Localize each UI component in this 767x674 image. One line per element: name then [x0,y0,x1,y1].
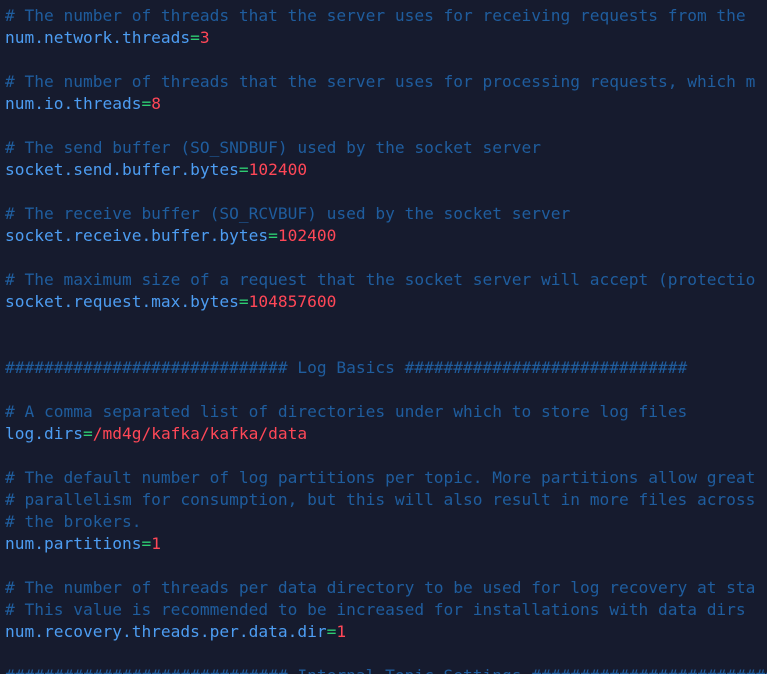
equals-sign: = [141,94,152,113]
blank-line[interactable] [0,445,767,467]
blank-line[interactable] [0,335,767,357]
equals-sign: = [238,160,249,179]
comment-text: # the brokers. [5,512,142,531]
comment-line[interactable]: # parallelism for consumption, but this … [0,489,767,511]
config-property-line[interactable]: socket.send.buffer.bytes=102400 [0,159,767,181]
property-value: 3 [199,28,210,47]
config-property-line[interactable]: num.partitions=1 [0,533,767,555]
property-key: num.io.threads [5,94,142,113]
equals-sign: = [268,226,278,245]
comment-text: # The number of threads that the server … [5,72,756,91]
config-property-line[interactable]: num.network.threads=3 [0,27,767,49]
config-property-line[interactable]: log.dirs=/md4g/kafka/kafka/data [0,423,767,445]
config-property-line[interactable]: num.io.threads=8 [0,93,767,115]
property-key: num.partitions [5,534,142,553]
property-value: 1 [151,534,161,553]
comment-line[interactable]: # The number of threads that the server … [0,71,767,93]
property-key: socket.receive.buffer.bytes [5,226,269,245]
comment-line[interactable]: # The receive buffer (SO_RCVBUF) used by… [0,203,767,225]
comment-text: # This value is recommended to be increa… [5,600,746,619]
blank-line[interactable] [0,181,767,203]
editor-text-area[interactable]: # The number of threads that the server … [0,0,767,674]
blank-line[interactable] [0,247,767,269]
equals-sign: = [190,28,200,47]
property-key: num.network.threads [5,28,191,47]
comment-line[interactable]: # The default number of log partitions p… [0,467,767,489]
property-value: 1 [336,622,347,641]
comment-text: # The receive buffer (SO_RCVBUF) used by… [5,204,571,223]
comment-text: # The number of threads that the server … [5,6,746,25]
comment-line[interactable]: ############################# Log Basics… [0,357,767,379]
blank-line[interactable] [0,379,767,401]
property-value: 104857600 [248,292,337,311]
equals-sign: = [238,292,249,311]
config-property-line[interactable]: socket.request.max.bytes=104857600 [0,291,767,313]
comment-text: ############################# Log Basics… [5,358,688,377]
property-key: socket.request.max.bytes [5,292,239,311]
property-value: 102400 [248,160,308,179]
property-value: /md4g/kafka/kafka/data [92,424,308,443]
comment-text: # parallelism for consumption, but this … [5,490,756,509]
comment-text: # The send buffer (SO_SNDBUF) used by th… [5,138,542,157]
config-property-line[interactable]: num.recovery.threads.per.data.dir=1 [0,621,767,643]
property-key: num.recovery.threads.per.data.dir [5,622,327,641]
property-key: socket.send.buffer.bytes [5,160,239,179]
comment-line[interactable]: ############################# Internal T… [0,665,767,674]
blank-line[interactable] [0,643,767,665]
comment-text: # The maximum size of a request that the… [5,270,756,289]
comment-text: # A comma separated list of directories … [5,402,688,421]
comment-line[interactable]: # The number of threads that the server … [0,5,767,27]
property-key: log.dirs [5,424,83,443]
comment-text: # The default number of log partitions p… [5,468,756,487]
comment-text: ############################# Internal T… [5,666,767,674]
blank-line[interactable] [0,115,767,137]
property-value: 8 [151,94,161,113]
comment-line[interactable]: # the brokers. [0,511,767,533]
comment-line[interactable]: # The number of threads per data directo… [0,577,767,599]
blank-line[interactable] [0,313,767,335]
blank-line[interactable] [0,555,767,577]
property-value: 102400 [277,226,337,245]
config-property-line[interactable]: socket.receive.buffer.bytes=102400 [0,225,767,247]
comment-text: # The number of threads per data directo… [5,578,756,597]
comment-line[interactable]: # A comma separated list of directories … [0,401,767,423]
blank-line[interactable] [0,49,767,71]
comment-line[interactable]: # The maximum size of a request that the… [0,269,767,291]
equals-sign: = [82,424,93,443]
equals-sign: = [326,622,337,641]
comment-line[interactable]: # This value is recommended to be increa… [0,599,767,621]
comment-line[interactable]: # The send buffer (SO_SNDBUF) used by th… [0,137,767,159]
equals-sign: = [141,534,152,553]
